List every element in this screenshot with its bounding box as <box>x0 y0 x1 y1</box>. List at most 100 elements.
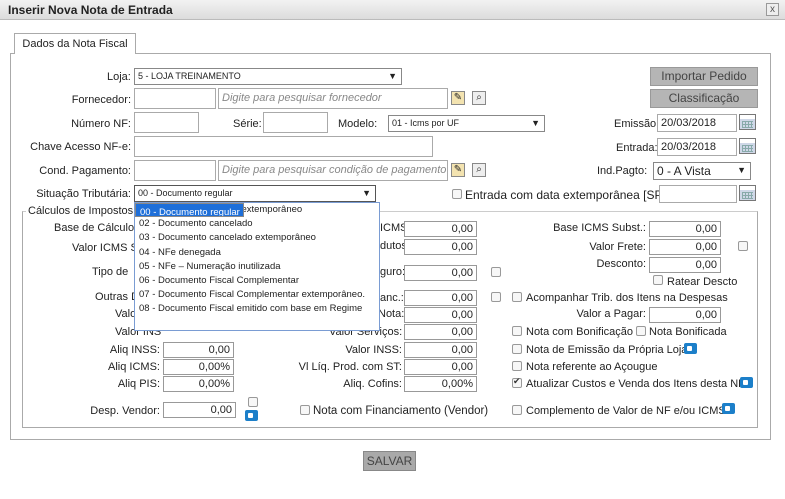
desconto-input[interactable]: 0,00 <box>649 257 721 273</box>
calendar-icon[interactable] <box>739 114 756 130</box>
desp-vendor-checkbox[interactable] <box>248 397 258 407</box>
situacao-dropdown-list: 00 - Documento regular 01 - Documento re… <box>134 202 380 331</box>
fornecedor-code-input[interactable] <box>134 88 216 109</box>
salvar-button[interactable]: SALVAR <box>363 451 416 471</box>
indpagto-label: Ind.Pagto: <box>597 165 648 177</box>
valor-icms-s-label: Valor ICMS S <box>72 242 138 254</box>
situacao-option[interactable]: 03 - Documento cancelado extemporâneo <box>135 231 379 245</box>
financiamento-checkbox[interactable] <box>300 405 310 415</box>
financ-input[interactable]: 0,00 <box>404 290 477 306</box>
chevron-down-icon: ▼ <box>362 188 371 198</box>
emissao-propria-label: Nota de Emissão da Própria Loja <box>526 344 688 356</box>
classificacao-button[interactable]: Classificação <box>650 89 758 108</box>
situacao-option[interactable]: 07 - Documento Fiscal Complementar extem… <box>135 288 379 302</box>
valor-inss-input[interactable]: 0,00 <box>404 342 477 358</box>
seguro-checkbox[interactable] <box>491 267 501 277</box>
situacao-option[interactable]: 02 - Documento cancelado <box>135 217 379 231</box>
modelo-value: 01 - Icms por UF <box>392 118 460 128</box>
bonificacao-checkbox[interactable] <box>512 326 522 336</box>
situacao-option[interactable]: 05 - NFe – Numeração inutilizada <box>135 260 379 274</box>
aliq-cofins-input[interactable]: 0,00% <box>404 376 477 392</box>
video-help-icon[interactable] <box>722 403 735 414</box>
aliq-inss-input[interactable]: 0,00 <box>163 342 234 358</box>
cond-pagamento-code-input[interactable] <box>134 160 216 181</box>
valor-frete-input[interactable]: 0,00 <box>649 239 721 255</box>
aliq-pis-input[interactable]: 0,00% <box>163 376 234 392</box>
tab-dados-nota-fiscal[interactable]: Dados da Nota Fiscal <box>14 33 136 54</box>
bonificacao-label: Nota com Bonificação <box>526 326 633 338</box>
extemporanea-checkbox[interactable] <box>452 189 462 199</box>
serie-input[interactable] <box>263 112 328 133</box>
situacao-option[interactable]: 00 - Documento regular <box>135 203 244 218</box>
emissao-label: Emissão: <box>614 118 660 130</box>
emissao-input[interactable]: 20/03/2018 <box>657 114 737 132</box>
chave-input[interactable] <box>134 136 433 157</box>
acompanhar-checkbox[interactable] <box>512 292 522 302</box>
calendar-icon[interactable] <box>739 185 756 201</box>
situacao-select[interactable]: 00 - Documento regular ▼ <box>134 185 376 202</box>
video-help-icon[interactable] <box>245 410 258 421</box>
icms-input[interactable]: 0,00 <box>404 221 477 237</box>
modelo-label: Modelo: <box>338 118 378 130</box>
produtos-input[interactable]: 0,00 <box>404 239 477 255</box>
valor-pagar-input[interactable]: 0,00 <box>649 307 721 323</box>
base-icms-subst-label: Base ICMS Subst.: <box>553 222 646 234</box>
indpagto-select[interactable]: 0 - A Vista ▼ <box>653 162 751 180</box>
desconto-label: Desconto: <box>596 258 646 270</box>
base-icms-subst-input[interactable]: 0,00 <box>649 221 721 237</box>
aliq-inss-label: Aliq INSS: <box>109 344 160 356</box>
modelo-select[interactable]: 01 - Icms por UF ▼ <box>388 115 545 132</box>
cond-pagamento-search-input[interactable]: Digite para pesquisar condição de pagame… <box>218 160 448 181</box>
indpagto-value: 0 - A Vista <box>657 164 711 178</box>
serie-label: Série: <box>233 118 262 130</box>
base-calculo-label: Base de Cálculo <box>54 222 135 234</box>
video-help-icon[interactable] <box>684 343 697 354</box>
atualizar-checkbox[interactable] <box>512 376 522 388</box>
acougue-checkbox[interactable] <box>512 361 522 371</box>
nota-input[interactable]: 0,00 <box>404 307 477 323</box>
aliq-icms-input[interactable]: 0,00% <box>163 359 234 375</box>
entrada-label: Entrada: <box>616 142 658 154</box>
complemento-checkbox[interactable] <box>512 405 522 415</box>
chave-label: Chave Acesso NF-e: <box>30 141 131 153</box>
frete-checkbox[interactable] <box>738 241 748 251</box>
eraser-icon[interactable]: ✎ <box>451 91 465 105</box>
title-bar: Inserir Nova Nota de Entrada x <box>0 0 785 20</box>
valor-inss-label: Valor INSS: <box>345 344 402 356</box>
nota-bonificada-checkbox[interactable] <box>636 326 646 336</box>
ratear-checkbox[interactable] <box>653 275 663 285</box>
close-button[interactable]: x <box>766 3 779 16</box>
fornecedor-search-input[interactable]: Digite para pesquisar fornecedor <box>218 88 448 109</box>
emissao-propria-checkbox[interactable] <box>512 344 522 354</box>
numero-nf-input[interactable] <box>134 112 199 133</box>
vl-liq-input[interactable]: 0,00 <box>404 359 477 375</box>
aliq-pis-label: Aliq PIS: <box>117 378 160 390</box>
loja-value: 5 - LOJA TREINAMENTO <box>138 71 241 81</box>
eraser-icon[interactable]: ✎ <box>451 163 465 177</box>
valor-frete-label: Valor Frete: <box>589 241 646 253</box>
calendar-icon[interactable] <box>739 138 756 154</box>
valor-servicos-input[interactable]: 0,00 <box>404 324 477 340</box>
tipo-de-label: Tipo de <box>92 266 129 278</box>
situacao-option[interactable]: 06 - Documento Fiscal Complementar <box>135 274 379 288</box>
financ-label: anc.: <box>380 292 404 304</box>
extemporanea-date-input[interactable] <box>659 185 737 203</box>
situacao-value: 00 - Documento regular <box>138 188 233 198</box>
situacao-option[interactable]: 04 - NFe denegada <box>135 246 379 260</box>
financ-checkbox[interactable] <box>491 292 501 302</box>
vl-liq-label: Vl Líq. Prod. com ST: <box>298 361 402 373</box>
video-help-icon[interactable] <box>740 377 753 388</box>
seguro-input[interactable]: 0,00 <box>404 265 477 281</box>
acougue-label: Nota referente ao Açougue <box>526 361 658 373</box>
desp-vendor-input[interactable]: 0,00 <box>163 402 236 418</box>
entrada-input[interactable]: 20/03/2018 <box>657 138 737 156</box>
cond-pagamento-label: Cond. Pagamento: <box>39 165 131 177</box>
valor-pagar-label: Valor a Pagar: <box>576 308 646 320</box>
search-icon[interactable]: ⌕ <box>472 163 486 177</box>
financiamento-label: Nota com Financiamento (Vendor) <box>313 405 489 417</box>
numero-nf-label: Número NF: <box>71 118 131 130</box>
importar-pedido-button[interactable]: Importar Pedido <box>650 67 758 86</box>
loja-select[interactable]: 5 - LOJA TREINAMENTO ▼ <box>134 68 402 85</box>
search-icon[interactable]: ⌕ <box>472 91 486 105</box>
situacao-option[interactable]: 08 - Documento Fiscal emitido com base e… <box>135 302 379 316</box>
